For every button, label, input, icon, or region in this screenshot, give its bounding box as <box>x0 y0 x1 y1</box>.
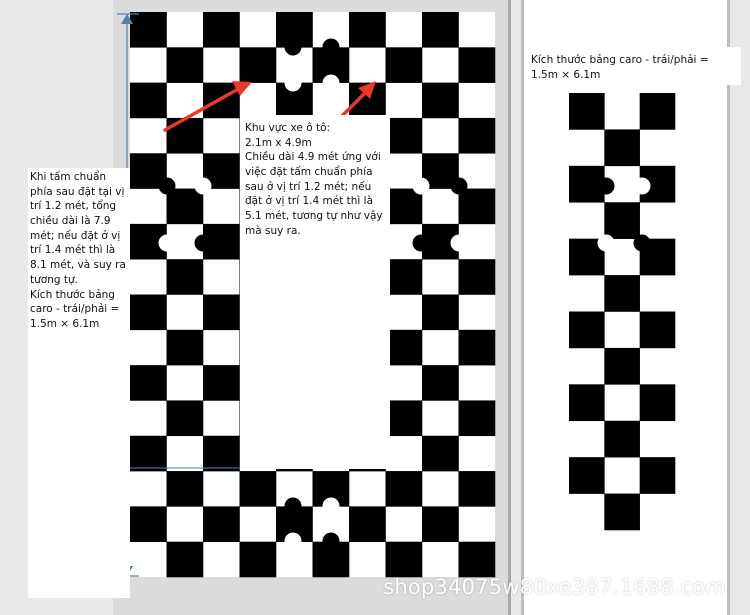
checker-cell <box>604 420 640 458</box>
checker-cell <box>422 506 459 542</box>
checker-cell <box>422 12 459 48</box>
checker-cell <box>166 47 204 83</box>
checker-cell <box>422 82 459 119</box>
checker-cell <box>385 471 423 507</box>
checker-cell <box>130 506 167 542</box>
calibration-marker <box>322 532 340 550</box>
checker-cell <box>203 82 240 119</box>
calibration-marker <box>322 497 340 515</box>
calibration-marker <box>412 177 430 195</box>
checker-cell <box>203 12 240 48</box>
calibration-marker <box>633 234 651 252</box>
checker-cell <box>385 329 423 366</box>
checker-cell <box>130 365 167 401</box>
calibration-marker <box>194 177 212 195</box>
calibration-marker <box>284 497 302 515</box>
calibration-marker <box>284 38 302 56</box>
checker-cell <box>203 294 240 331</box>
checker-cell <box>604 275 640 312</box>
calibration-marker <box>597 177 615 195</box>
calibration-marker <box>322 74 340 92</box>
checker-cell <box>604 347 640 385</box>
checker-cell <box>385 117 423 154</box>
checker-cell <box>569 311 605 349</box>
checker-cell <box>458 400 496 437</box>
checker-cell <box>166 188 204 225</box>
checker-cell <box>239 47 277 83</box>
checker-cell <box>569 93 605 130</box>
calibration-marker <box>450 177 468 195</box>
checker-cell <box>385 259 423 295</box>
checker-cell <box>458 47 496 83</box>
side-board-size-note: Kích thước bảng caro - trái/phải = 1.5m … <box>527 47 741 85</box>
calibration-marker <box>194 234 212 252</box>
checker-cell <box>203 365 240 401</box>
checker-cell <box>385 541 423 578</box>
calibration-marker <box>158 177 176 195</box>
main-panel-border <box>508 0 511 615</box>
checker-cell <box>130 435 167 472</box>
checker-cell <box>239 471 277 507</box>
car-area-note: Khu vực xe ô tô: 2.1m x 4.9m Chiều dài 4… <box>240 115 390 469</box>
checker-cell <box>422 435 459 472</box>
checker-cell <box>166 541 204 578</box>
checker-cell <box>639 384 676 422</box>
side-checkerboard <box>569 93 676 531</box>
checker-cell <box>130 294 167 331</box>
checker-cell <box>639 457 676 494</box>
side-panel-border-right <box>727 0 730 615</box>
checker-cell <box>569 384 605 422</box>
shop-watermark: shop34075w80xe387.1688.com <box>383 575 726 599</box>
side-panel-border-left <box>521 0 524 615</box>
calibration-marker <box>322 38 340 56</box>
checker-cell <box>166 471 204 507</box>
checker-cell <box>203 435 240 472</box>
checker-cell <box>458 259 496 295</box>
calibration-marker <box>597 234 615 252</box>
checker-cell <box>385 188 423 225</box>
checker-cell <box>349 506 386 542</box>
checker-cell <box>604 202 640 239</box>
checker-cell <box>422 365 459 401</box>
checker-cell <box>349 12 386 48</box>
checker-cell <box>458 329 496 366</box>
checker-cell <box>569 457 605 494</box>
checker-cell <box>639 311 676 349</box>
checker-cell <box>385 400 423 437</box>
checker-cell <box>130 82 167 119</box>
checker-cell <box>604 493 640 531</box>
calibration-marker <box>284 74 302 92</box>
checker-cell <box>458 471 496 507</box>
calibration-marker <box>450 234 468 252</box>
calibration-marker <box>284 532 302 550</box>
checker-cell <box>166 117 204 154</box>
checker-cell <box>385 47 423 83</box>
checker-cell <box>458 541 496 578</box>
checker-cell <box>166 400 204 437</box>
checker-cell <box>458 188 496 225</box>
checker-cell <box>130 12 167 48</box>
calibration-marker <box>412 234 430 252</box>
checker-cell <box>458 117 496 154</box>
checker-cell <box>166 259 204 295</box>
calibration-marker <box>158 234 176 252</box>
checker-cell <box>639 93 676 130</box>
checker-cell <box>239 541 277 578</box>
checker-cell <box>203 506 240 542</box>
checker-cell <box>166 329 204 366</box>
calibration-marker <box>633 177 651 195</box>
rear-board-note: Khi tấm chuẩn phía sau đặt tại vị trí 1.… <box>28 168 130 598</box>
checker-cell <box>422 294 459 331</box>
checker-cell <box>604 129 640 167</box>
